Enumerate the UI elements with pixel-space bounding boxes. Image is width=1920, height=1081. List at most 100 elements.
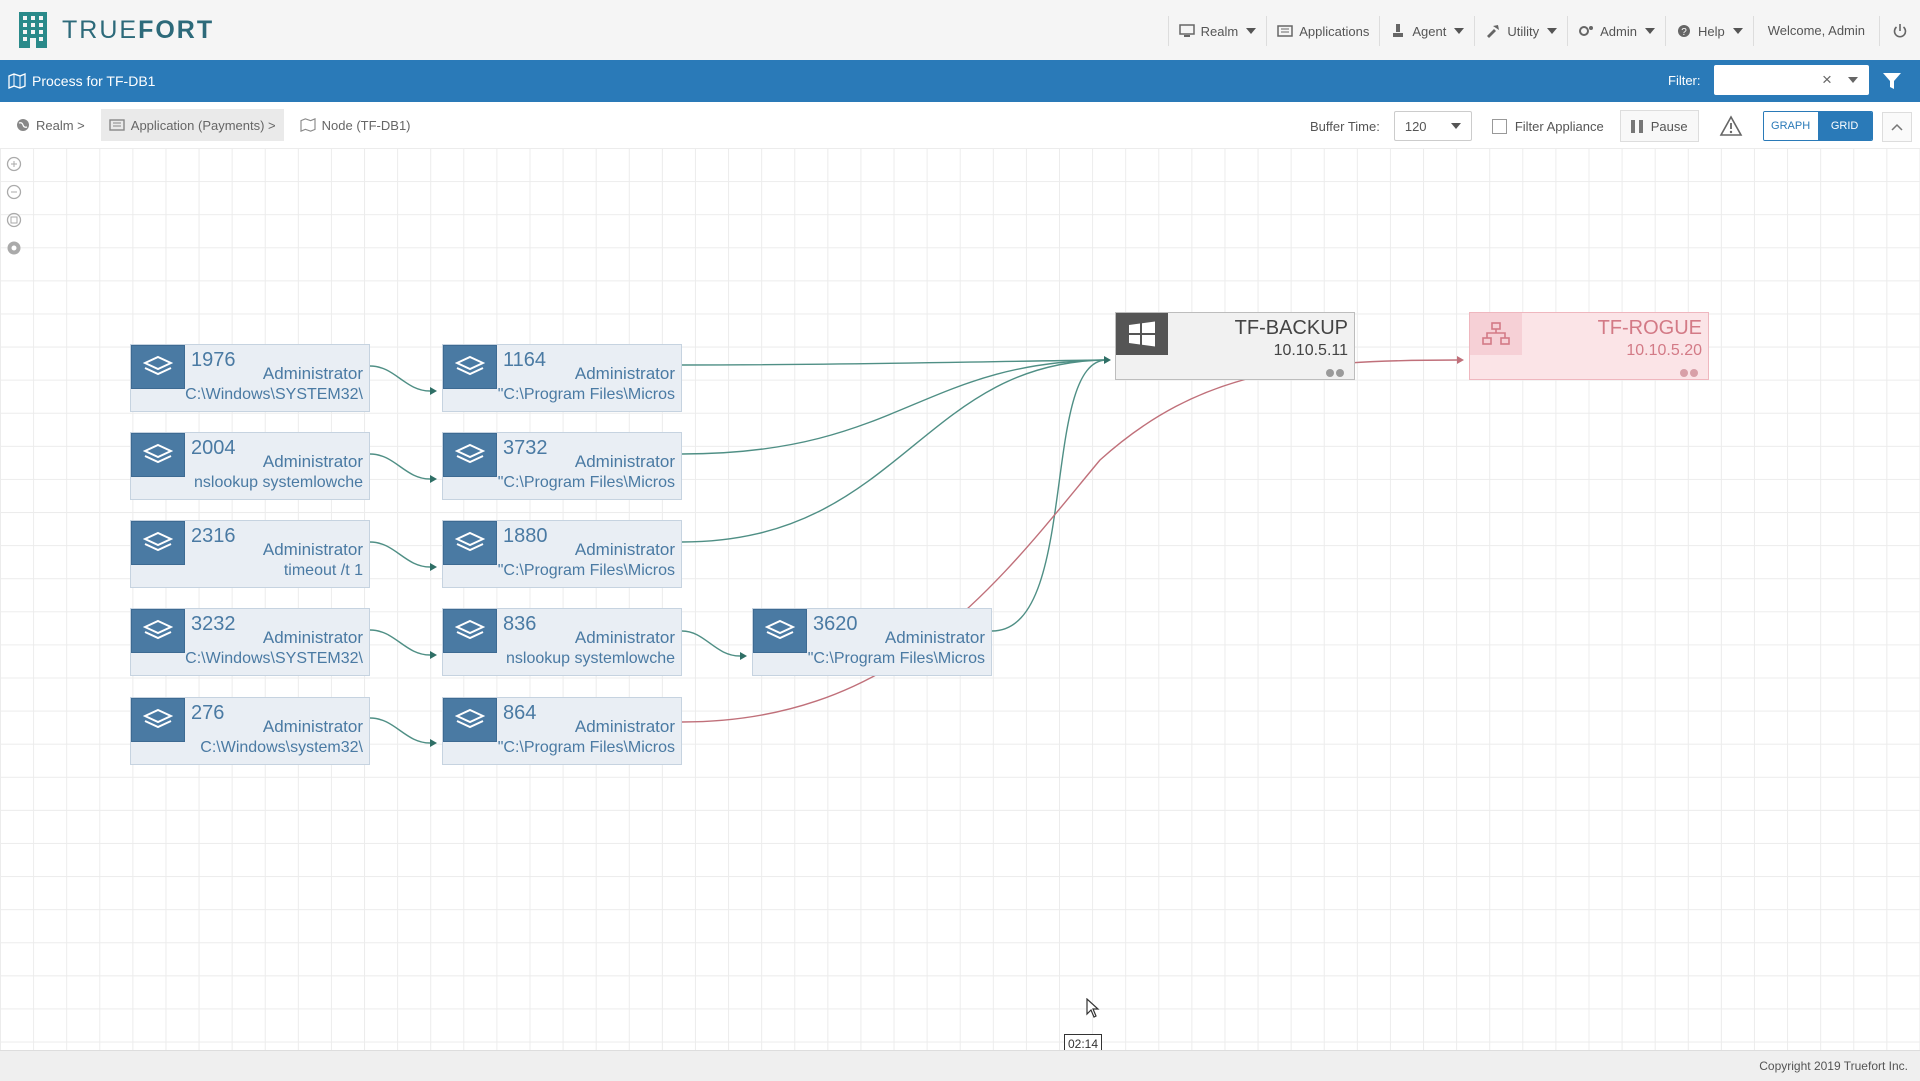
nav-help-label: Help (1697, 23, 1725, 39)
process-node-276[interactable]: 276 Administrator C:\Windows\system32\ (130, 697, 370, 765)
graph-canvas[interactable] (0, 148, 1920, 1050)
brand-name-light: TRUE (62, 15, 139, 44)
power-icon (1893, 24, 1907, 38)
process-pid: 864 (503, 702, 537, 724)
process-node-3732[interactable]: 3732 Administrator "C:\Program Files\Mic… (442, 432, 682, 500)
process-pid: 276 (191, 702, 225, 724)
process-user: Administrator (574, 717, 675, 736)
layers-icon (443, 698, 497, 742)
nav-utility[interactable]: Utility (1474, 16, 1567, 46)
process-node-3232[interactable]: 3232 Administrator C:\Windows\SYSTEM32\ (130, 608, 370, 676)
process-pid: 3232 (191, 613, 236, 635)
nav-applications-label: Applications (1299, 23, 1370, 39)
process-cmd: "C:\Program Files\Micros (497, 739, 675, 756)
truefort-logo[interactable]: TRUEFORT (16, 10, 214, 50)
svg-text:?: ? (1681, 27, 1687, 38)
clear-filter-icon[interactable]: × (1822, 70, 1832, 90)
process-pid: 3732 (503, 437, 548, 459)
process-pid: 2004 (191, 437, 236, 459)
filter-input-box: × (1714, 65, 1869, 95)
chevron-down-icon (1547, 28, 1558, 34)
pause-label: Pause (1650, 118, 1688, 134)
process-pid: 1164 (503, 349, 547, 371)
page-header-bar: Process for TF-DB1 Filter: (0, 60, 1920, 102)
process-node-3620[interactable]: 3620 Administrator "C:\Program Files\Mic… (752, 608, 992, 676)
process-cmd: "C:\Program Files\Micros (497, 474, 675, 491)
nav-realm-label: Realm (1200, 23, 1239, 39)
process-pid: 2316 (191, 525, 236, 547)
graph-view-button[interactable]: GRAPH (1763, 112, 1818, 140)
zoom-fit-icon[interactable] (6, 212, 22, 228)
filter-label: Filter: (1668, 73, 1701, 88)
process-pid: 836 (503, 613, 537, 635)
nav-help[interactable]: ? Help (1664, 16, 1753, 46)
building-logo-icon (19, 12, 47, 48)
nav-realm[interactable]: Realm (1167, 16, 1267, 46)
buffer-time-select[interactable]: 120 (1393, 111, 1472, 141)
process-node-1976[interactable]: 1976 Administrator C:\Windows\SYSTEM32\ (130, 344, 370, 412)
page-title: Process for TF-DB1 (8, 60, 155, 102)
chevron-down-icon (1246, 28, 1257, 34)
filter-appliance-checkbox[interactable] (1491, 118, 1507, 134)
filter-dropdown-icon[interactable] (1848, 77, 1858, 83)
layers-icon (753, 609, 807, 653)
host-name: TF-BACKUP (1234, 317, 1348, 339)
process-cmd: "C:\Program Files\Micros (807, 650, 985, 667)
zoom-in-icon[interactable] (6, 156, 22, 172)
nav-agent[interactable]: Agent (1379, 16, 1474, 46)
chevron-down-icon (1454, 28, 1465, 34)
process-user: Administrator (262, 452, 363, 471)
layers-icon (443, 521, 497, 565)
breadcrumb-application[interactable]: Application (Payments) > (100, 109, 284, 141)
zoom-controls (6, 156, 22, 268)
host-node-tf-rogue[interactable]: TF-ROGUE 10.10.5.20 (1469, 312, 1709, 380)
pause-icon (1630, 119, 1643, 133)
map-icon (8, 73, 26, 89)
main-nav: Realm Applications Agent Utility Admin ?… (1167, 16, 1920, 46)
process-user: Administrator (262, 717, 363, 736)
process-node-864[interactable]: 864 Administrator "C:\Program Files\Micr… (442, 697, 682, 765)
globe-icon (17, 119, 29, 131)
utility-icon (1487, 25, 1500, 38)
top-bar: TRUEFORT Realm Applications Agent Utilit… (0, 0, 1920, 61)
breadcrumb: Realm > Application (Payments) > Node (T… (0, 108, 419, 142)
layers-icon (443, 345, 497, 389)
monitor-icon (1178, 24, 1195, 37)
collapse-button[interactable] (1882, 112, 1912, 142)
logout-button[interactable] (1879, 16, 1920, 46)
grid-view-button[interactable]: GRID (1817, 112, 1872, 140)
process-node-836[interactable]: 836 Administrator nslookup systemlowche (442, 608, 682, 676)
zoom-out-icon[interactable] (6, 184, 22, 200)
graph-controls: Buffer Time: 120 Filter Appliance Pause … (1300, 110, 1873, 142)
windows-icon (1116, 313, 1168, 355)
process-user: Administrator (574, 540, 675, 559)
process-node-2004[interactable]: 2004 Administrator nslookup systemlowche (130, 432, 370, 500)
process-node-2316[interactable]: 2316 Administrator timeout /t 1 (130, 520, 370, 588)
breadcrumb-node[interactable]: Node (TF-DB1) (292, 109, 419, 141)
copyright-text: Copyright 2019 Truefort Inc. (1759, 1059, 1908, 1073)
layers-icon (131, 433, 185, 477)
process-user: Administrator (574, 452, 675, 471)
buffer-time-value: 120 (1404, 118, 1427, 134)
breadcrumb-realm[interactable]: Realm > (8, 109, 93, 141)
pause-button[interactable]: Pause (1619, 110, 1699, 142)
process-cmd: C:\Windows\SYSTEM32\ (185, 386, 363, 403)
breadcrumb-realm-label: Realm > (36, 117, 85, 133)
nav-applications[interactable]: Applications (1266, 16, 1379, 46)
filter-appliance-label: Filter Appliance (1514, 118, 1604, 134)
filter-funnel-icon[interactable] (1882, 72, 1902, 90)
help-icon: ? (1677, 25, 1690, 38)
process-node-1164[interactable]: 1164 Administrator "C:\Program Files\Mic… (442, 344, 682, 412)
process-user: Administrator (262, 540, 363, 559)
breadcrumb-application-label: Application (Payments) > (130, 117, 276, 133)
zoom-reset-icon[interactable] (6, 240, 22, 256)
layers-icon (131, 521, 185, 565)
process-node-1880[interactable]: 1880 Administrator "C:\Program Files\Mic… (442, 520, 682, 588)
filter-appliance-toggle[interactable]: Filter Appliance (1491, 118, 1604, 134)
host-node-tf-backup[interactable]: TF-BACKUP 10.10.5.11 (1115, 312, 1355, 380)
nav-admin[interactable]: Admin (1567, 16, 1665, 46)
layers-icon (131, 609, 185, 653)
warning-icon[interactable] (1719, 115, 1743, 137)
filter-input[interactable] (1720, 65, 1820, 95)
nav-admin-label: Admin (1600, 23, 1637, 39)
